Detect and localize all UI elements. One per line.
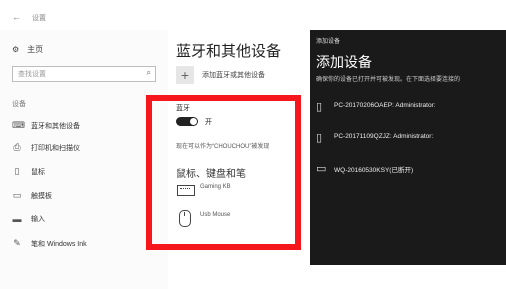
sidebar-item-mouse[interactable]: ▯ 鼠标 xyxy=(12,166,45,177)
panel-description: 确保你的设备已打开并可被发现。在下面选择要连接的 xyxy=(316,77,461,83)
sidebar-item-label: 笔和 Windows Ink xyxy=(31,240,87,248)
sidebar-item-label: 蓝牙和其他设备 xyxy=(31,122,80,130)
bluetooth-devices-icon: ⌨ xyxy=(12,120,25,130)
search-placeholder: 查找设置 xyxy=(18,71,46,78)
computer-tower-icon: ▯ xyxy=(316,132,323,144)
touchpad-icon: ▭ xyxy=(12,190,22,200)
sidebar-item-label: 输入 xyxy=(31,216,45,223)
add-device-button[interactable]: + xyxy=(176,66,194,84)
sidebar-item-label: 触摸板 xyxy=(31,192,52,200)
sidebar-section-label: 设备 xyxy=(12,101,26,108)
panel-device-label: PC-20170206OAEP: Administrator: xyxy=(334,102,436,109)
sidebar-item-bluetooth[interactable]: ⌨ 蓝牙和其他设备 xyxy=(12,120,80,131)
computer-tower-icon: ▯ xyxy=(316,101,323,113)
panel-title: 添加设备 xyxy=(316,54,372,70)
mouse-icon: ▯ xyxy=(14,166,20,176)
printer-icon: ⎙ xyxy=(13,142,21,152)
panel-bottom-strip xyxy=(310,265,506,289)
monitor-icon: ▭ xyxy=(316,163,327,175)
highlight-box xyxy=(146,95,301,250)
back-arrow-icon[interactable]: ← xyxy=(12,12,21,22)
sidebar-item-typing[interactable]: ▬ 输入 xyxy=(12,214,46,224)
sidebar-item-touchpad[interactable]: ▭ 触摸板 xyxy=(12,190,52,201)
plus-icon: + xyxy=(180,67,190,83)
panel-device-item[interactable]: ▭ WQ-20160530KSY(已断开) xyxy=(316,162,413,176)
add-device-label[interactable]: 添加蓝牙或其他设备 xyxy=(202,70,265,80)
home-gear-icon: ⚙ xyxy=(12,45,20,54)
search-icon: ⌕ xyxy=(146,68,151,77)
sidebar-item-pen[interactable]: ✎ 笔和 Windows Ink xyxy=(12,238,87,249)
pen-icon: ✎ xyxy=(13,238,21,248)
title-bar: ← 设置 xyxy=(0,0,506,30)
keyboard-icon: ▬ xyxy=(12,214,22,224)
sidebar-item-label: 鼠标 xyxy=(31,168,45,176)
panel-title-small: 添加设备 xyxy=(316,39,341,45)
home-label: 主页 xyxy=(27,45,44,54)
page-title: 蓝牙和其他设备 xyxy=(176,43,282,60)
window-title: 设置 xyxy=(32,15,46,22)
panel-device-item[interactable]: ▯ PC-20170206OAEP: Administrator: xyxy=(316,100,436,114)
sidebar-item-printers[interactable]: ⎙ 打印机和扫描仪 xyxy=(12,142,80,153)
panel-device-label: WQ-20160530KSY(已断开) xyxy=(334,167,414,174)
sidebar-item-label: 打印机和扫描仪 xyxy=(31,144,80,152)
search-input[interactable]: 查找设置 ⌕ xyxy=(12,66,156,82)
add-device-panel: 添加设备 添加设备 确保你的设备已打开并可被发现。在下面选择要连接的 ▯ PC-… xyxy=(310,30,506,265)
sidebar-home[interactable]: ⚙ 主页 xyxy=(12,44,43,55)
panel-device-item[interactable]: ▯ PC-20171109QZJZ: Administrator: xyxy=(316,131,433,145)
panel-device-label: PC-20171109QZJZ: Administrator: xyxy=(334,133,434,140)
